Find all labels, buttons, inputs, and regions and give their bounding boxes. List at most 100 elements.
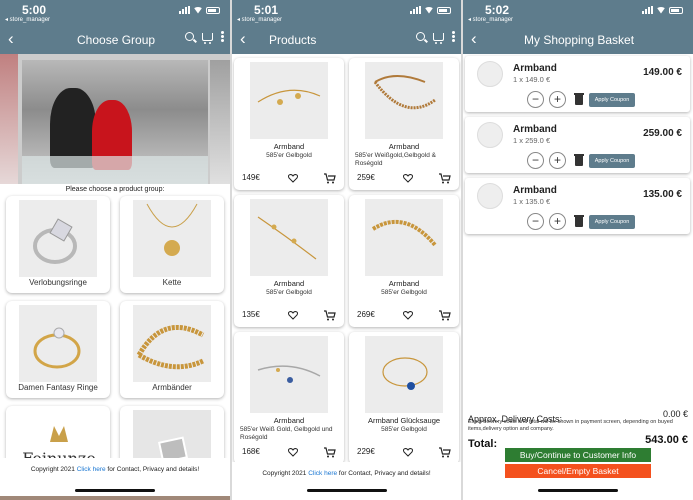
home-indicator[interactable] bbox=[538, 489, 618, 492]
status-bar: 5:02 ◂ store_manager bbox=[463, 0, 693, 26]
home-indicator[interactable] bbox=[306, 489, 387, 492]
group-card-kette[interactable]: Kette bbox=[120, 196, 224, 293]
wifi-icon bbox=[193, 6, 203, 14]
product-price: 149€ bbox=[242, 173, 260, 182]
status-app-name: ◂ store_manager bbox=[237, 17, 283, 23]
product-image[interactable] bbox=[250, 199, 328, 276]
basket-item-quantity: 1 x 259.0 € bbox=[513, 136, 551, 145]
app-bar-actions bbox=[185, 32, 224, 44]
product-price: 135€ bbox=[242, 310, 260, 319]
basket-item-name: Armband bbox=[513, 185, 557, 196]
cart-icon[interactable] bbox=[202, 32, 213, 44]
favorite-heart-icon[interactable] bbox=[403, 310, 413, 320]
footer-prefix: Copyright 2021 bbox=[262, 470, 309, 477]
crown-icon bbox=[50, 426, 68, 442]
basket-item-price: 259.00 € bbox=[643, 128, 682, 139]
favorite-heart-icon[interactable] bbox=[403, 447, 413, 457]
product-image[interactable] bbox=[365, 62, 443, 139]
system-icons bbox=[179, 6, 220, 14]
group-grid: Verlobungsringe Kette Damen Fantasy Ring… bbox=[6, 196, 224, 500]
product-price: 269€ bbox=[357, 310, 375, 319]
home-indicator[interactable] bbox=[75, 489, 155, 492]
add-to-cart-icon[interactable] bbox=[324, 447, 336, 458]
product-name: Armband bbox=[388, 142, 420, 151]
cart-icon[interactable] bbox=[433, 32, 444, 44]
product-grid: Armband 585'er Gelbgold 149€ Armband 585… bbox=[234, 58, 459, 464]
footer-text: Copyright 2021 Click here for Contact, P… bbox=[232, 470, 461, 477]
add-to-cart-icon[interactable] bbox=[324, 173, 336, 184]
group-label: Armbänder bbox=[152, 383, 192, 392]
system-icons bbox=[410, 6, 451, 14]
search-icon[interactable] bbox=[185, 32, 194, 41]
add-to-cart-icon[interactable] bbox=[439, 310, 451, 321]
back-arrow-icon[interactable]: ‹ bbox=[240, 30, 246, 48]
basket-item-thumbnail bbox=[477, 122, 503, 148]
product-description: 585'er Gelbgold bbox=[381, 426, 427, 433]
status-time: 5:02 bbox=[485, 3, 510, 17]
decrease-quantity-button[interactable]: − bbox=[527, 152, 544, 169]
product-name: Armband bbox=[273, 416, 305, 425]
cancel-empty-basket-button[interactable]: Cancel/Empty Basket bbox=[505, 464, 651, 478]
bottom-strip bbox=[0, 496, 230, 500]
favorite-heart-icon[interactable] bbox=[288, 173, 298, 183]
favorite-heart-icon[interactable] bbox=[403, 173, 413, 183]
basket-item-price: 135.00 € bbox=[643, 189, 682, 200]
decrease-quantity-button[interactable]: − bbox=[527, 91, 544, 108]
add-to-cart-icon[interactable] bbox=[324, 310, 336, 321]
decrease-quantity-button[interactable]: − bbox=[527, 213, 544, 230]
signal-icon bbox=[410, 6, 421, 14]
apply-coupon-button[interactable]: Apply Coupon bbox=[589, 154, 635, 168]
total-label: Total: bbox=[468, 438, 498, 450]
product-description: 585'er Weißgold,Gelbgold & Roségold bbox=[355, 152, 436, 167]
product-card: Armband 585'er Gelbgold 149€ bbox=[234, 58, 344, 190]
more-menu-icon[interactable] bbox=[452, 35, 455, 38]
footer-suffix: for Contact, Privacy and details! bbox=[337, 470, 431, 477]
group-card-damen-fantasy-ringe[interactable]: Damen Fantasy Ringe bbox=[6, 301, 110, 398]
increase-quantity-button[interactable]: + bbox=[549, 213, 566, 230]
delete-icon[interactable] bbox=[574, 215, 584, 227]
product-image[interactable] bbox=[250, 62, 328, 139]
app-bar: ‹ Choose Group bbox=[0, 26, 230, 54]
add-to-cart-icon[interactable] bbox=[439, 173, 451, 184]
basket-item: Armband 1 x 259.0 € 259.00 € − + Apply C… bbox=[465, 117, 690, 173]
favorite-heart-icon[interactable] bbox=[288, 447, 298, 457]
basket-item: Armband 1 x 135.0 € 135.00 € − + Apply C… bbox=[465, 178, 690, 234]
showcase-glass-image bbox=[22, 156, 208, 184]
product-image[interactable] bbox=[365, 199, 443, 276]
product-price: 168€ bbox=[242, 447, 260, 456]
delivery-note: Exact delivery costs and total will be s… bbox=[468, 419, 673, 432]
group-label: Kette bbox=[162, 278, 182, 287]
footer-bar bbox=[232, 462, 461, 500]
add-to-cart-icon[interactable] bbox=[439, 447, 451, 458]
status-bar: 5:01 ◂ store_manager bbox=[232, 0, 461, 26]
apply-coupon-button[interactable]: Apply Coupon bbox=[589, 93, 635, 107]
product-image[interactable] bbox=[250, 336, 328, 413]
delete-icon[interactable] bbox=[574, 154, 584, 166]
buy-continue-button[interactable]: Buy/Continue to Customer Info bbox=[505, 448, 651, 462]
wifi-icon bbox=[656, 6, 666, 14]
apply-coupon-button[interactable]: Apply Coupon bbox=[589, 215, 635, 229]
basket-item-quantity: 1 x 149.0 € bbox=[513, 75, 551, 84]
back-arrow-icon[interactable]: ‹ bbox=[471, 30, 477, 48]
back-arrow-icon[interactable]: ‹ bbox=[8, 30, 14, 48]
footer-link[interactable]: Click here bbox=[308, 470, 337, 477]
increase-quantity-button[interactable]: + bbox=[549, 91, 566, 108]
search-icon[interactable] bbox=[416, 32, 425, 41]
increase-quantity-button[interactable]: + bbox=[549, 152, 566, 169]
page-title: Products bbox=[269, 33, 317, 47]
signal-icon bbox=[179, 6, 190, 14]
favorite-heart-icon[interactable] bbox=[288, 310, 298, 320]
group-card-armbaender[interactable]: Armbänder bbox=[120, 301, 224, 398]
footer-link[interactable]: Click here bbox=[77, 466, 106, 473]
bracelet-image bbox=[133, 305, 211, 382]
products-screen: 5:01 ◂ store_manager ‹ Products Armband … bbox=[232, 0, 461, 500]
product-card: Armband 585'er Gelbgold 269€ bbox=[349, 195, 459, 327]
choose-group-screen: 5:00 ◂ store_manager ‹ Choose Group Plea… bbox=[0, 0, 230, 500]
product-image[interactable] bbox=[365, 336, 443, 413]
wifi-icon bbox=[424, 6, 434, 14]
delete-icon[interactable] bbox=[574, 93, 584, 105]
ring-image bbox=[19, 200, 97, 277]
group-card-verlobungsringe[interactable]: Verlobungsringe bbox=[6, 196, 110, 293]
product-card: Armband 585'er Gelbgold 135€ bbox=[234, 195, 344, 327]
more-menu-icon[interactable] bbox=[221, 35, 224, 38]
